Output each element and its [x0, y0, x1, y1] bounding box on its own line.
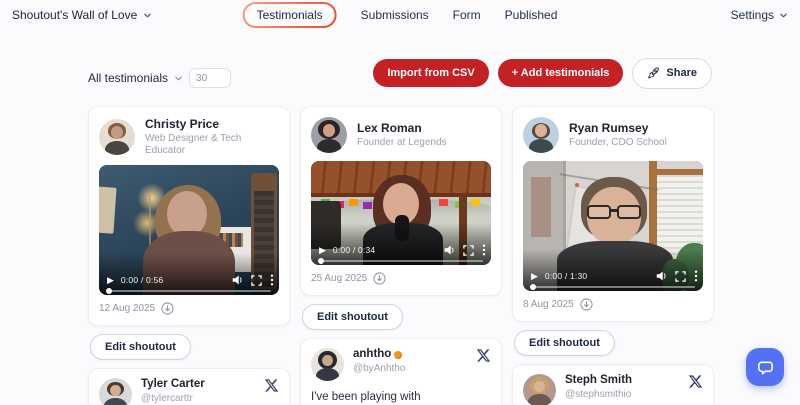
- author-name: Christy Price: [145, 117, 279, 131]
- avatar: [311, 348, 344, 381]
- testimonial-card-ryan[interactable]: Ryan Rumsey Founder, CDO School: [512, 106, 714, 322]
- import-csv-button[interactable]: Import from CSV: [373, 59, 488, 87]
- top-bar: Shoutout's Wall of Love Testimonials Sub…: [0, 0, 800, 30]
- testimonial-card-steph[interactable]: Steph Smith @stephsmithio: [512, 364, 714, 405]
- fullscreen-icon[interactable]: [463, 245, 474, 256]
- card-header: Ryan Rumsey Founder, CDO School: [523, 117, 703, 153]
- volume-icon[interactable]: [443, 244, 455, 256]
- testimonial-card-anhtho[interactable]: anhtho @byAnhtho I've been playing with …: [300, 338, 502, 405]
- filter-group: All testimonials: [88, 68, 231, 88]
- download-icon[interactable]: [580, 298, 593, 311]
- avatar: [99, 119, 135, 155]
- video-time: 0:00 / 0:34: [333, 245, 375, 255]
- page-size-input[interactable]: [189, 68, 231, 88]
- edit-shoutout-button[interactable]: Edit shoutout: [302, 304, 403, 330]
- chevron-down-icon: [174, 74, 183, 83]
- kebab-icon[interactable]: [270, 274, 274, 286]
- share-label: Share: [666, 67, 697, 79]
- edit-shoutout-button[interactable]: Edit shoutout: [514, 330, 615, 356]
- tab-form[interactable]: Form: [453, 8, 481, 22]
- rocket-icon: [647, 67, 660, 80]
- avatar: [523, 374, 556, 405]
- author-name: Ryan Rumsey: [569, 121, 667, 135]
- date-row: 12 Aug 2025: [99, 302, 279, 315]
- author-handle: @tylercarttr: [141, 393, 205, 405]
- author-role: Web Designer & Tech Educator: [145, 133, 279, 157]
- workspace-title: Shoutout's Wall of Love: [12, 8, 137, 22]
- testimonial-card-tyler[interactable]: Tyler Carter @tylercarttr: [88, 368, 290, 405]
- chat-bubble-icon: [756, 358, 775, 377]
- date-row: 25 Aug 2025: [311, 272, 491, 285]
- settings-label: Settings: [731, 8, 774, 22]
- video-time: 0:00 / 1:30: [545, 271, 587, 281]
- download-icon[interactable]: [161, 302, 174, 315]
- tab-submissions[interactable]: Submissions: [361, 8, 429, 22]
- video-time: 0:00 / 0:56: [121, 275, 163, 285]
- video-controls: ▶ 0:00 / 1:30: [531, 270, 698, 282]
- x-logo-icon[interactable]: [264, 378, 279, 393]
- filter-dropdown[interactable]: All testimonials: [88, 71, 168, 85]
- workspace-switcher[interactable]: Shoutout's Wall of Love: [12, 8, 152, 22]
- fullscreen-icon[interactable]: [251, 275, 262, 286]
- play-icon[interactable]: ▶: [531, 272, 538, 281]
- video-player[interactable]: ▶ 0:00 / 1:30: [523, 161, 703, 291]
- play-icon[interactable]: ▶: [107, 276, 114, 285]
- author-role: Founder at Legends: [357, 137, 447, 149]
- testimonial-date: 8 Aug 2025: [523, 299, 574, 310]
- author-name: Tyler Carter: [141, 378, 205, 391]
- tweet-text: I've been playing with @shoutout_io for …: [311, 389, 491, 405]
- toolbar-actions: Import from CSV + Add testimonials Share: [373, 58, 712, 89]
- grid-column-2: Lex Roman Founder at Legends: [300, 106, 502, 405]
- video-progress-bar[interactable]: [319, 260, 483, 263]
- video-controls: ▶ 0:00 / 0:34: [319, 244, 486, 256]
- author-handle: @stephsmithio: [565, 389, 632, 401]
- play-icon[interactable]: ▶: [319, 246, 326, 255]
- chevron-down-icon: [143, 11, 152, 20]
- fullscreen-icon[interactable]: [675, 271, 686, 282]
- video-progress-bar[interactable]: [107, 290, 271, 293]
- grid-column-1: Christy Price Web Designer & Tech Educat…: [88, 106, 290, 405]
- orange-emoji: [394, 351, 402, 359]
- volume-icon[interactable]: [655, 270, 667, 282]
- tab-testimonials[interactable]: Testimonials: [243, 2, 337, 28]
- tab-published[interactable]: Published: [505, 8, 558, 22]
- testimonials-grid: Christy Price Web Designer & Tech Educat…: [88, 106, 714, 405]
- share-button[interactable]: Share: [632, 58, 712, 89]
- x-logo-icon[interactable]: [476, 348, 491, 363]
- kebab-icon[interactable]: [694, 270, 698, 282]
- video-controls: ▶ 0:00 / 0:56: [107, 274, 274, 286]
- settings-menu[interactable]: Settings: [731, 8, 788, 22]
- author-handle: @byAnhtho: [353, 363, 405, 375]
- chevron-down-icon: [779, 11, 788, 20]
- edit-shoutout-button[interactable]: Edit shoutout: [90, 334, 191, 360]
- download-icon[interactable]: [373, 272, 386, 285]
- add-testimonials-button[interactable]: + Add testimonials: [498, 59, 624, 87]
- x-logo-icon[interactable]: [688, 374, 703, 389]
- avatar: [311, 117, 347, 153]
- video-player[interactable]: ▶ 0:00 / 0:56: [99, 165, 279, 295]
- kebab-icon[interactable]: [482, 244, 486, 256]
- toolbar: All testimonials Import from CSV + Add t…: [88, 57, 712, 89]
- card-header: Christy Price Web Designer & Tech Educat…: [99, 117, 279, 157]
- author-name: Steph Smith: [565, 374, 632, 387]
- video-player[interactable]: ▶ 0:00 / 0:34: [311, 161, 491, 265]
- chat-widget-button[interactable]: [746, 348, 784, 386]
- author-role: Founder, CDO School: [569, 137, 667, 149]
- volume-icon[interactable]: [231, 274, 243, 286]
- main-tabs: Testimonials Submissions Form Published: [243, 0, 558, 30]
- video-progress-bar[interactable]: [531, 286, 695, 289]
- date-row: 8 Aug 2025: [523, 298, 703, 311]
- testimonial-card-lex[interactable]: Lex Roman Founder at Legends: [300, 106, 502, 296]
- testimonial-card-christy[interactable]: Christy Price Web Designer & Tech Educat…: [88, 106, 290, 326]
- testimonial-date: 12 Aug 2025: [99, 303, 155, 314]
- author-name: anhtho: [353, 348, 391, 361]
- testimonial-date: 25 Aug 2025: [311, 273, 367, 284]
- author-name: Lex Roman: [357, 121, 447, 135]
- avatar: [523, 117, 559, 153]
- card-header: Lex Roman Founder at Legends: [311, 117, 491, 153]
- avatar: [99, 378, 132, 405]
- grid-column-3: Ryan Rumsey Founder, CDO School: [512, 106, 714, 405]
- testimonials-app: Shoutout's Wall of Love Testimonials Sub…: [0, 0, 800, 405]
